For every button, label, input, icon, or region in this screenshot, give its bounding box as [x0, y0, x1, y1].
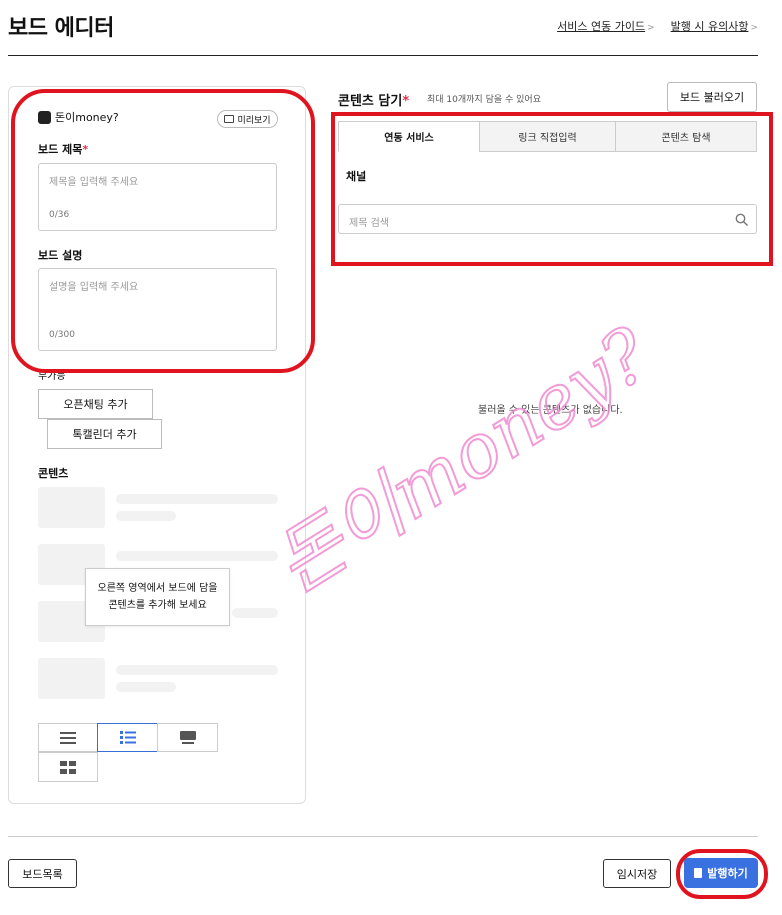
skeleton-line [116, 682, 176, 692]
required-mark: * [402, 94, 410, 109]
chevron-right-icon: > [647, 23, 655, 33]
skeleton-line [116, 511, 176, 521]
skeleton-line [116, 494, 278, 504]
skeleton-line [116, 551, 278, 561]
grid-icon [60, 760, 76, 774]
page-title: 보드 에디터 [8, 16, 114, 41]
skeleton-line [116, 665, 278, 675]
load-board-button[interactable]: 보드 불러오기 [667, 82, 757, 112]
board-list-button[interactable]: 보드목록 [8, 859, 77, 888]
add-openchat-button[interactable]: 오픈채팅 추가 [38, 389, 153, 419]
service-guide-link[interactable]: 서비스 연동 가이드 [557, 20, 645, 33]
tooltip-line: 오른쪽 영역에서 보드에 담을 [97, 583, 218, 594]
highlight-ring-right [331, 112, 773, 266]
publish-label: 발행하기 [707, 867, 748, 880]
footer-divider [8, 836, 758, 837]
list-compact-icon [60, 731, 76, 744]
view-compact-list-button[interactable] [38, 723, 98, 752]
header-links: 서비스 연동 가이드 > 발행 시 유의사항 > [557, 18, 758, 34]
list-bullet-icon [119, 731, 136, 744]
content-limit-note: 최대 10개까지 담을 수 있어요 [427, 95, 541, 105]
save-draft-button[interactable]: 임시저장 [603, 859, 671, 888]
chevron-right-icon: > [750, 23, 758, 33]
content-label: 콘텐츠 [38, 467, 69, 480]
content-hint-tooltip: 오른쪽 영역에서 보드에 담을 콘텐츠를 추가해 보세요 [85, 568, 230, 626]
highlight-ring-left [11, 89, 315, 373]
publish-button[interactable]: 발행하기 [684, 858, 758, 888]
skeleton-thumb [38, 487, 105, 528]
skeleton-thumb [38, 658, 105, 699]
empty-content-message: 불러올 수 있는 콘텐츠가 없습니다. [478, 405, 623, 416]
document-icon [694, 868, 703, 878]
view-card-button[interactable] [157, 723, 218, 752]
skeleton-line [232, 608, 278, 618]
publish-notes-link[interactable]: 발행 시 유의사항 [671, 20, 749, 33]
view-bullet-list-button[interactable] [97, 723, 158, 752]
view-grid-button[interactable] [38, 752, 98, 782]
header-divider [8, 55, 758, 56]
watermark: 돈이money? [259, 311, 666, 611]
tooltip-line: 콘텐츠를 추가해 보세요 [108, 600, 207, 611]
card-large-icon [179, 731, 196, 744]
content-section-title: 콘텐츠 담기* [338, 94, 410, 109]
add-calendar-button[interactable]: 톡캘린더 추가 [47, 419, 162, 449]
